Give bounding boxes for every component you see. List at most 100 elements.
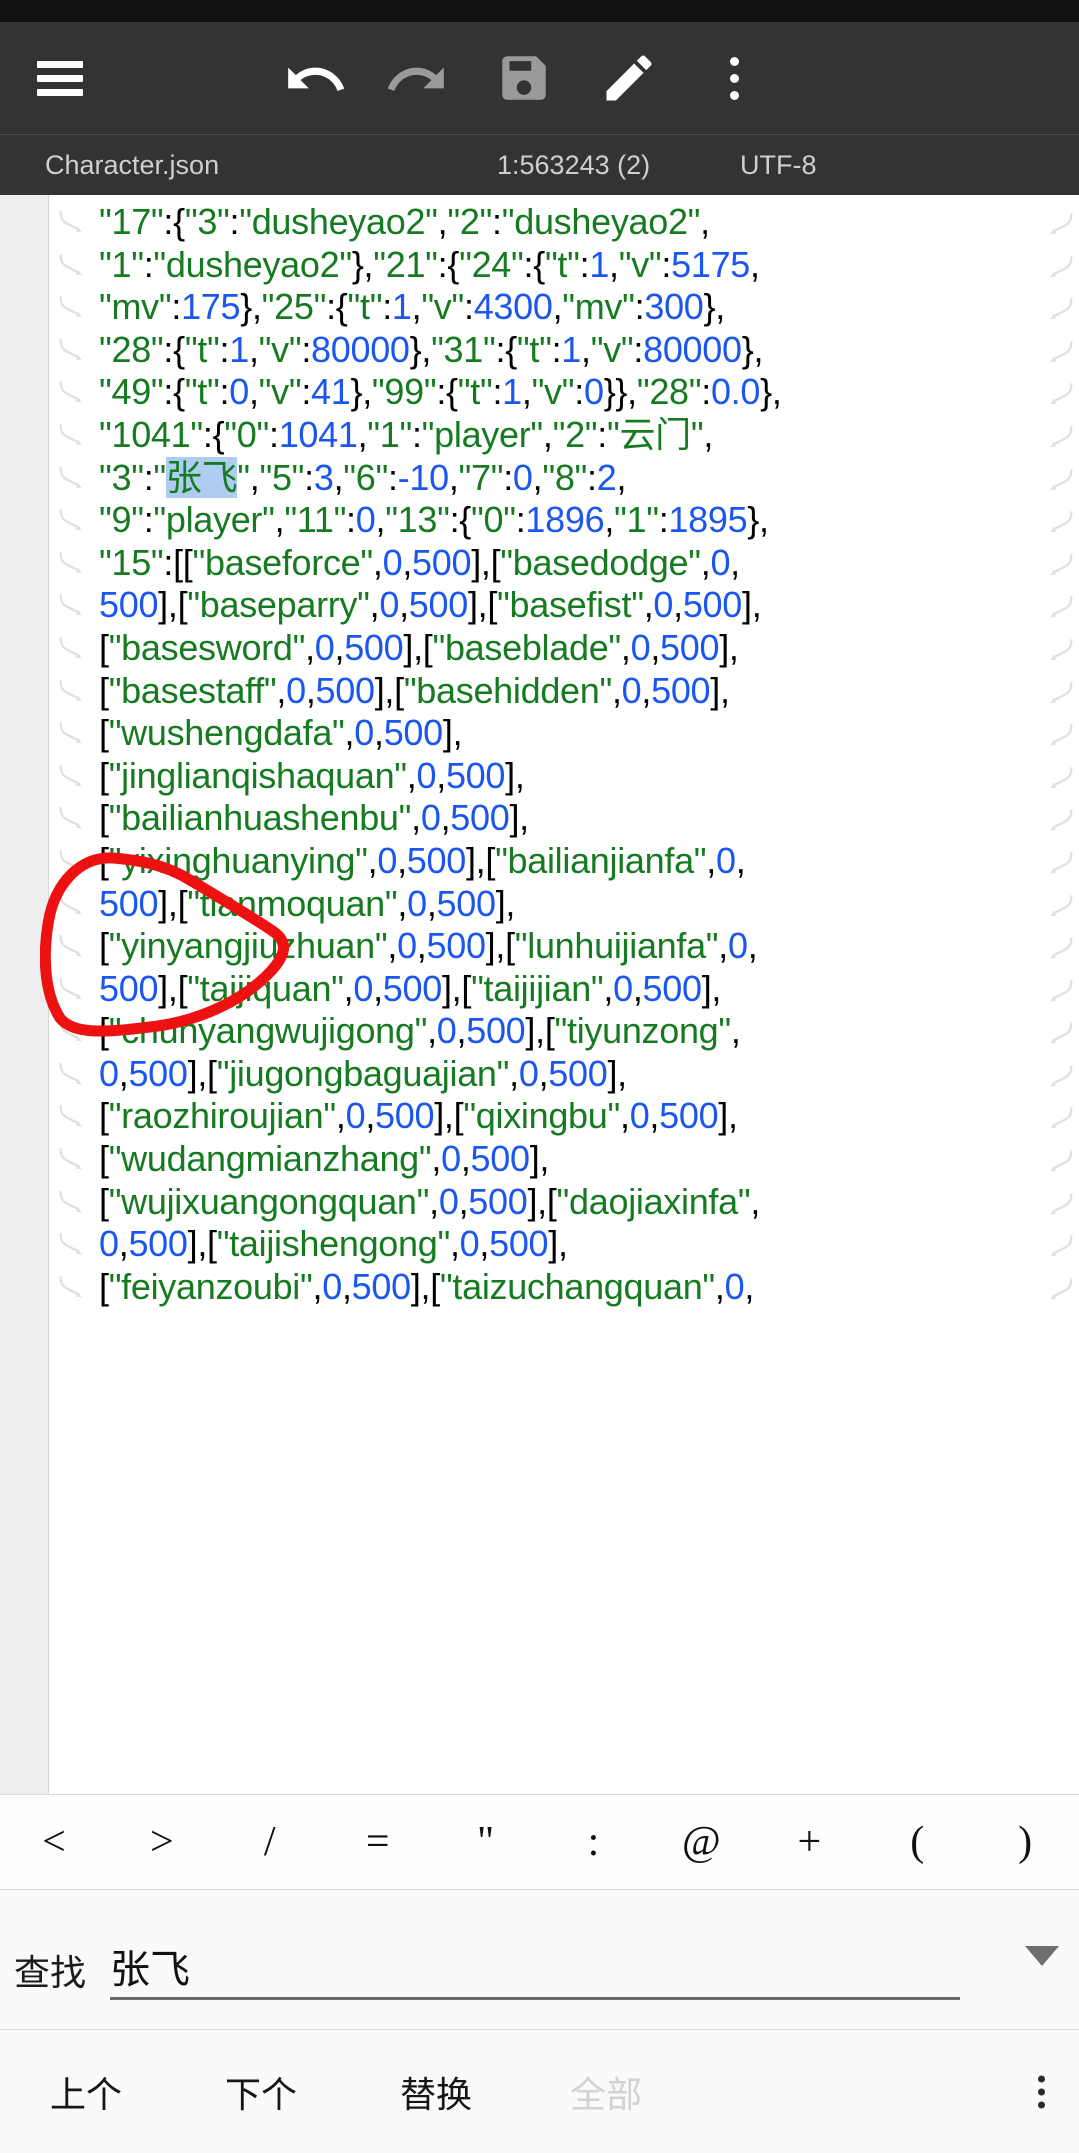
find-history-dropdown-icon[interactable] (1025, 1946, 1059, 1966)
code-token: : (436, 371, 447, 413)
code-token: : (229, 201, 240, 242)
code-line[interactable]: 500],["tianmoquan",0,500], (49, 883, 1079, 926)
symbol-key[interactable]: ) (971, 1821, 1079, 1863)
symbol-quick-bar[interactable]: < > / = ": @ +() (0, 1794, 1079, 1890)
symbol-key[interactable]: : (540, 1821, 648, 1863)
code-token: ] (441, 967, 452, 1009)
code-line[interactable]: ["wushengdafa",0,500], (49, 712, 1079, 755)
code-line[interactable]: "49":{"t":0,"v":41},"99":{"t":1,"v":0}},… (49, 371, 1079, 414)
symbol-key[interactable]: + (755, 1821, 863, 1863)
code-content[interactable]: "17":{"3":"dusheyao2","2":"dusheyao2", "1… (49, 195, 1079, 1794)
code-line[interactable]: "1":"dusheyao2"},"21":{"24":{"t":1,"v":5… (49, 244, 1079, 287)
code-token: [ (99, 797, 109, 839)
replace-button[interactable]: 替换 (400, 2066, 472, 2118)
code-token: -10 (397, 456, 449, 498)
code-line[interactable]: "3":"张飞","5":3,"6":-10,"7":0,"8":2, (49, 456, 1079, 500)
code-line[interactable]: 500],["taijiquan",0,500],["taijijian",0,… (49, 968, 1079, 1011)
find-input-wrapper[interactable] (110, 1934, 960, 2000)
overflow-menu-button[interactable] (702, 46, 766, 110)
symbol-key[interactable]: = (324, 1821, 432, 1863)
code-token: , (753, 328, 764, 370)
code-token: " (237, 456, 250, 498)
symbol-key[interactable]: < (0, 1821, 108, 1863)
code-line[interactable]: ["yinyangjiuzhuan",0,500],["lunhuijianfa… (49, 925, 1079, 968)
code-line[interactable]: "15":[["baseforce",0,500],["basedodge",0… (49, 542, 1079, 585)
wrap-continuation-in-icon (55, 931, 89, 965)
code-token: "5" (259, 456, 305, 498)
edit-pencil-button[interactable] (597, 46, 661, 110)
code-line[interactable]: "9":"player","11":0,"13":{"0":1896,"1":1… (49, 499, 1079, 542)
code-line[interactable]: ["wudangmianzhang",0,500], (49, 1138, 1079, 1181)
code-token: , (730, 541, 740, 583)
symbol-key[interactable]: @ (647, 1821, 755, 1863)
code-token: , (427, 1010, 437, 1052)
code-token: , (384, 669, 395, 711)
find-more-options-button[interactable] (1038, 2069, 1045, 2114)
wrap-continuation-out-icon (1043, 891, 1077, 925)
code-token: 0 (630, 626, 651, 668)
code-token: , (538, 1052, 549, 1094)
code-line[interactable]: ["yixinghuanying",0,500],["bailianjianfa… (49, 840, 1079, 883)
code-token: , (557, 1223, 568, 1265)
code-token: "tianmoquan" (187, 882, 398, 924)
code-token: 500 (659, 1095, 719, 1137)
code-token: 500 (382, 967, 442, 1009)
code-token: , (718, 925, 728, 967)
code-token: 0 (459, 1223, 480, 1265)
wrap-continuation-in-icon (55, 207, 89, 241)
redo-button[interactable] (386, 46, 450, 110)
code-token: : (163, 201, 174, 242)
code-token: : (523, 243, 534, 285)
code-token: : (304, 456, 314, 498)
code-line[interactable]: "1041":{"0":1041,"1":"player","2":"云门", (49, 414, 1079, 457)
wrap-continuation-out-icon (1043, 1103, 1077, 1137)
code-token: , (479, 1223, 490, 1265)
find-previous-button[interactable]: 上个 (50, 2066, 122, 2118)
text-editor-area[interactable]: "17":{"3":"dusheyao2","2":"dusheyao2", "1… (0, 195, 1079, 1794)
code-line[interactable]: "mv":175},"25":{"t":1,"v":4300,"mv":300}… (49, 286, 1079, 329)
code-token: "player" (153, 499, 275, 541)
wrap-continuation-in-icon (55, 1229, 89, 1263)
code-token: "basehidden" (403, 669, 612, 711)
code-line[interactable]: ["chunyangwujigong",0,500],["tiyunzong", (49, 1010, 1079, 1053)
code-token: 80000 (643, 328, 742, 370)
find-next-button[interactable]: 下个 (225, 2066, 297, 2118)
code-line[interactable]: ["basestaff",0,500],["basehidden",0,500]… (49, 670, 1079, 713)
code-line[interactable]: ["bailianhuashenbu",0,500], (49, 797, 1079, 840)
symbol-key[interactable]: ( (863, 1821, 971, 1863)
code-line[interactable]: "28":{"t":1,"v":80000},"31":{"t":1,"v":8… (49, 329, 1079, 372)
code-token: , (714, 1265, 725, 1307)
code-token: "dusheyao2" (153, 243, 352, 285)
save-button[interactable] (492, 46, 556, 110)
code-token: "feiyanzoubi" (108, 1265, 313, 1307)
find-row: 查找 (0, 1890, 1079, 2030)
code-token: { (447, 243, 460, 285)
code-token: "1041" (99, 413, 203, 455)
code-line[interactable]: ["raozhiroujian",0,500],["qixingbu",0,50… (49, 1095, 1079, 1138)
find-input[interactable] (110, 1934, 960, 1997)
code-line[interactable]: ["basesword",0,500],["baseblade",0,500], (49, 627, 1079, 670)
code-token: 0 (345, 1095, 366, 1137)
code-line[interactable]: ["jinglianqishaquan",0,500], (49, 755, 1079, 798)
code-line[interactable]: ["feiyanzoubi",0,500],["taizuchangquan",… (49, 1266, 1079, 1309)
code-token: [ (99, 925, 109, 967)
code-line[interactable]: 0,500],["taijishengong",0,500], (49, 1223, 1079, 1266)
code-token: "8" (542, 456, 588, 498)
symbol-key[interactable]: " (432, 1821, 540, 1863)
replace-all-button[interactable]: 全部 (570, 2066, 642, 2118)
symbol-key[interactable]: > (108, 1821, 216, 1863)
code-line[interactable]: 0,500],["jiugongbaguajian",0,500], (49, 1053, 1079, 1096)
wrap-continuation-in-icon (55, 974, 89, 1008)
undo-button[interactable] (282, 46, 346, 110)
code-token: , (399, 584, 409, 626)
hamburger-menu-button[interactable] (28, 46, 92, 110)
code-token: } (351, 243, 364, 285)
wrap-continuation-out-icon (1043, 805, 1077, 839)
code-line[interactable]: "17":{"3":"dusheyao2","2":"dusheyao2", (49, 201, 1079, 244)
code-token: [ (430, 1265, 440, 1307)
wrap-continuation-out-icon (1043, 976, 1077, 1010)
code-line[interactable]: 500],["baseparry",0,500],["basefist",0,5… (49, 584, 1079, 627)
symbol-key[interactable]: / (216, 1821, 324, 1863)
code-line[interactable]: ["wujixuangongquan",0,500],["daojiaxinfa… (49, 1181, 1079, 1224)
code-token: "云门" (606, 413, 704, 455)
